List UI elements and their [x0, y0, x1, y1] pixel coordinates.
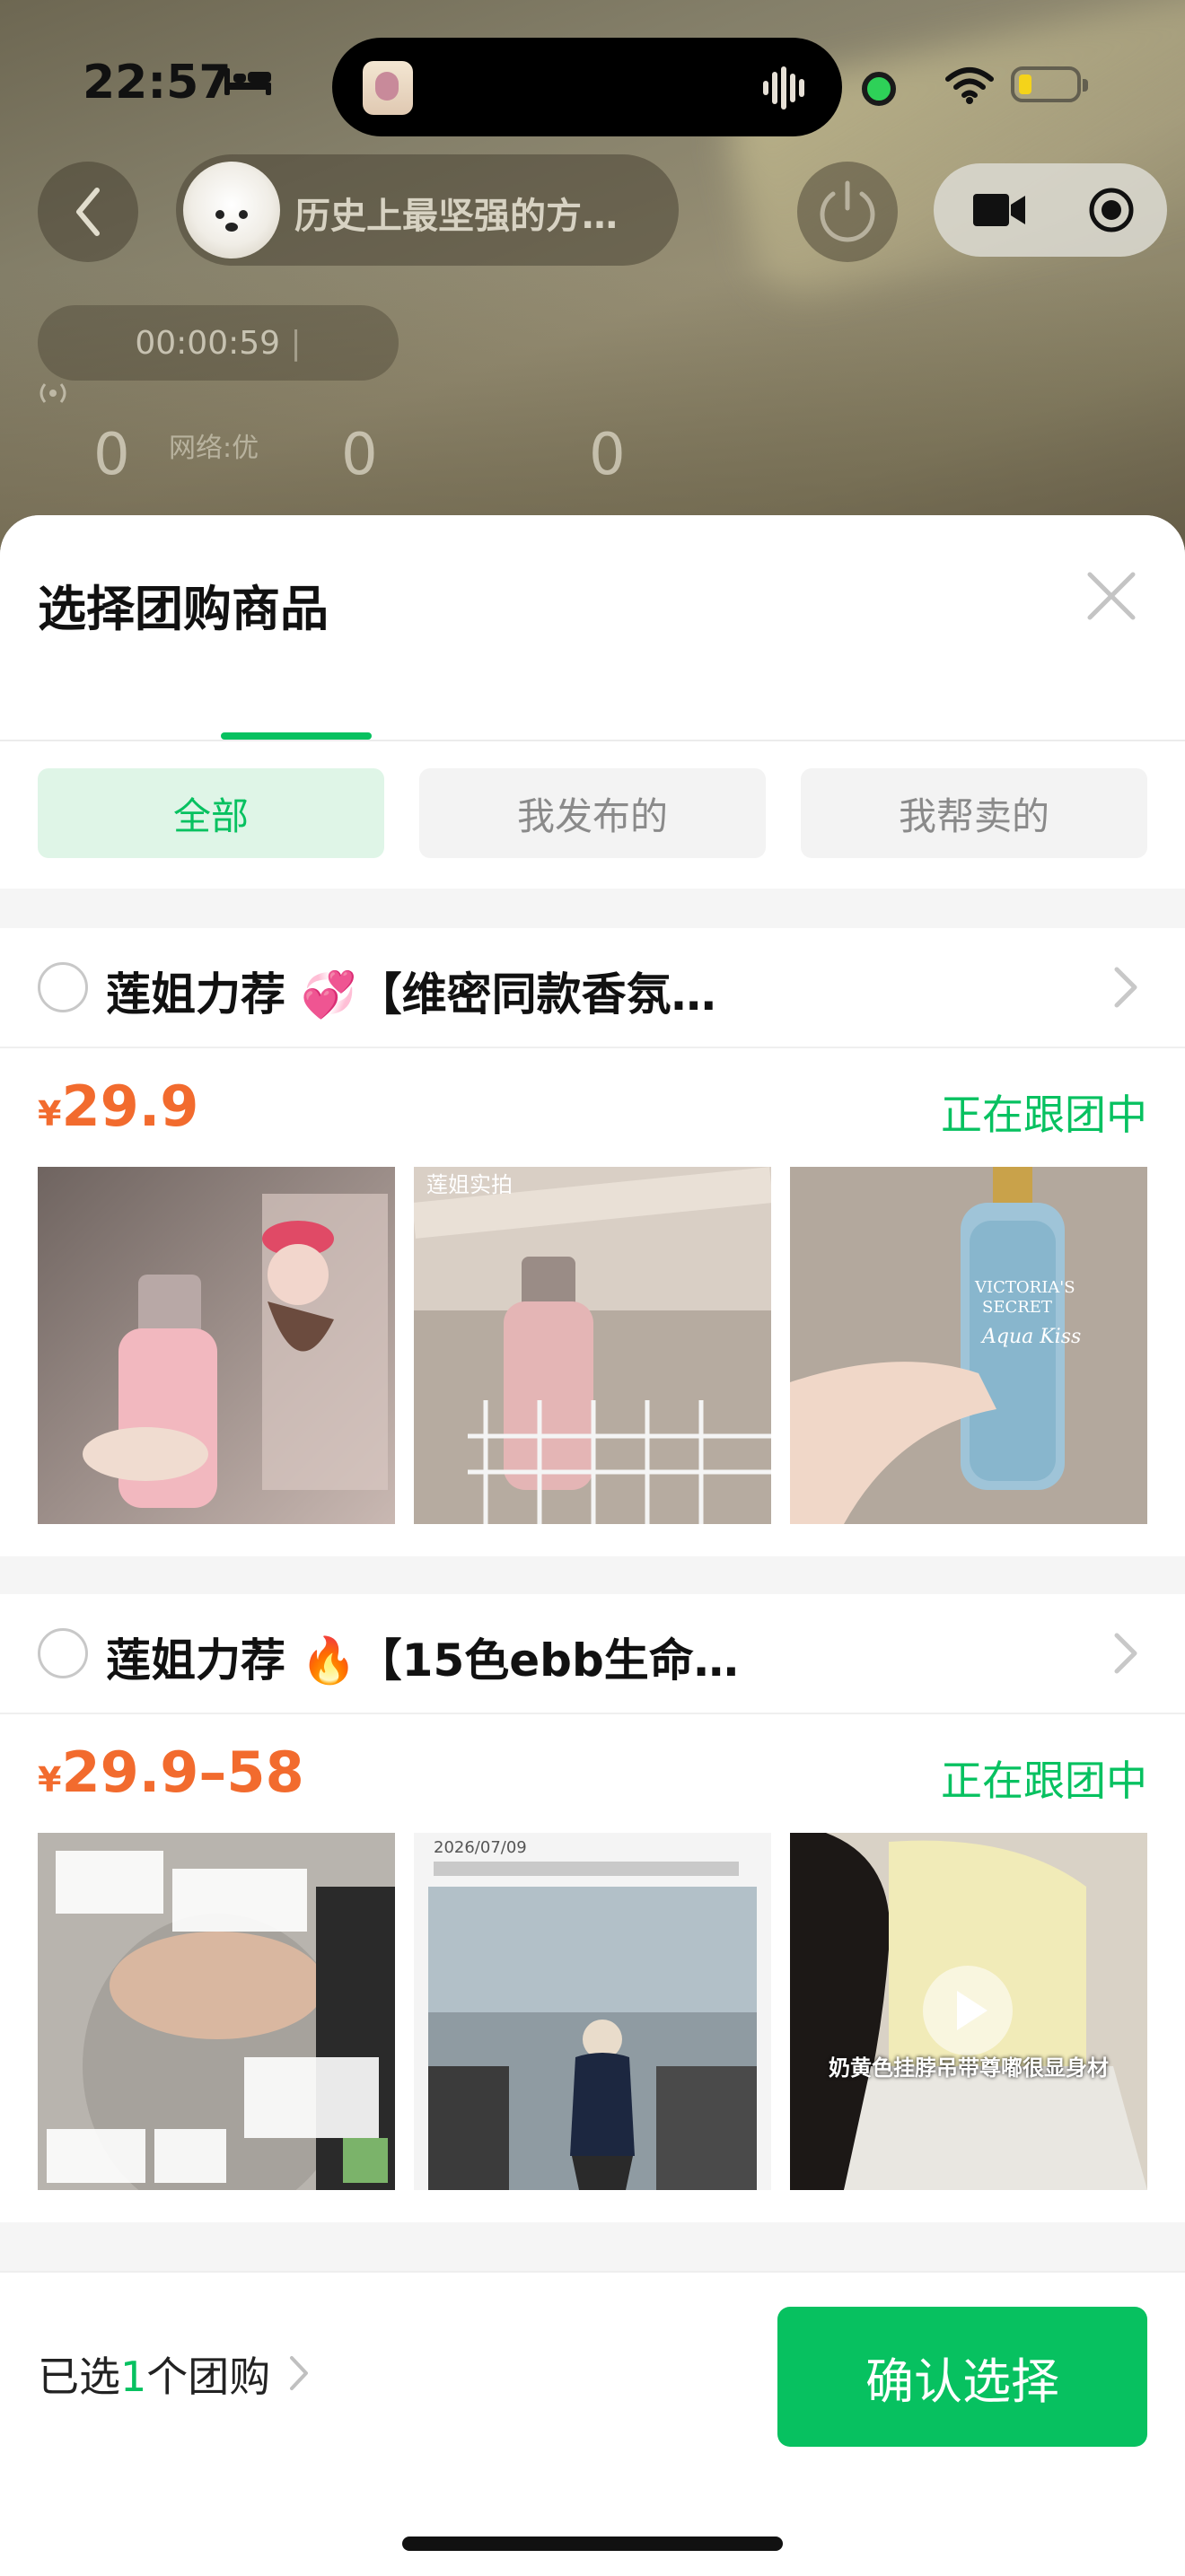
audio-wave-icon	[763, 66, 804, 110]
selected-summary[interactable]: 已选1个团购	[38, 2344, 270, 2404]
broadcast-icon	[40, 383, 66, 403]
end-live-button[interactable]	[797, 162, 898, 262]
group-status: 正在跟团中	[941, 1091, 1147, 1139]
battery-icon	[1011, 66, 1088, 102]
wifi-icon	[945, 67, 994, 104]
sheet-header: 选择团购商品	[0, 515, 1185, 689]
confirm-selection-button[interactable]: 确认选择	[777, 2307, 1147, 2447]
chevron-right-icon[interactable]	[1110, 1630, 1142, 1677]
filter-published-by-me[interactable]: 我发布的	[419, 768, 766, 858]
video-camera-icon[interactable]	[973, 190, 1027, 230]
stat-value: 0	[589, 422, 626, 488]
sheet-title: 选择团购商品	[38, 581, 329, 637]
live-timer: 00:00:59 |	[38, 305, 399, 381]
power-icon	[820, 180, 875, 242]
active-tab-indicator	[221, 732, 372, 740]
product-card-header[interactable]: 莲姐力荐 🔥【15色ebb生命…	[0, 1594, 1185, 1714]
video-caption: 奶黄色挂脖吊带尊嘟很显身材	[829, 2055, 1109, 2081]
product-title: 莲姐力荐 💞【维密同款香氛…	[106, 968, 716, 1021]
product-image[interactable]: VICTORIA'S SECRET Aqua Kiss	[790, 1167, 1147, 1524]
network-quality: 网络:优	[169, 433, 259, 464]
svg-text:Aqua Kiss: Aqua Kiss	[980, 1326, 1081, 1348]
avatar	[183, 162, 280, 258]
svg-text:SECRET: SECRET	[982, 1298, 1052, 1317]
selection-footer: 已选1个团购 确认选择	[0, 2271, 1185, 2576]
group-status: 正在跟团中	[941, 1757, 1147, 1805]
record-icon[interactable]	[1088, 187, 1135, 233]
product-image[interactable]	[38, 1833, 395, 2190]
svg-text:2026/07/09: 2026/07/09	[434, 1838, 527, 1857]
product-price: ¥29.9–58	[38, 1739, 304, 1805]
dynamic-island[interactable]	[332, 38, 842, 136]
room-title: 历史上最坚强的方…	[294, 196, 618, 237]
app-thumbnail-icon	[363, 61, 413, 115]
group-buy-picker-sheet: 选择团购商品 全部 我发布的 我帮卖的 莲姐力荐 💞【维密同款香氛… ¥29.9…	[0, 515, 1185, 2574]
filter-chips: 全部 我发布的 我帮卖的	[0, 741, 1185, 889]
back-button[interactable]	[38, 162, 138, 262]
product-card[interactable]: 莲姐力荐 💞【维密同款香氛… ¥29.9 正在跟团中 莲姐实拍 VICTORIA…	[0, 928, 1185, 1556]
tab-bar	[0, 688, 1185, 741]
product-card[interactable]: 莲姐力荐 🔥【15色ebb生命… ¥29.9–58 正在跟团中 2026/07/…	[0, 1594, 1185, 2222]
select-radio[interactable]	[38, 1628, 88, 1678]
live-room-info[interactable]: 历史上最坚强的方…	[176, 154, 679, 266]
product-price: ¥29.9	[38, 1073, 199, 1139]
product-image[interactable]: 2026/07/09	[414, 1833, 771, 2190]
product-image[interactable]: 莲姐实拍	[414, 1167, 771, 1524]
play-icon[interactable]	[923, 1966, 1013, 2055]
stat-value: 0	[93, 422, 130, 488]
product-images: 2026/07/09 奶黄色挂脖吊带尊嘟很显身材	[38, 1833, 1147, 2190]
select-radio[interactable]	[38, 962, 88, 1012]
close-icon[interactable]	[1077, 562, 1146, 630]
home-indicator[interactable]	[402, 2537, 783, 2551]
product-video[interactable]: 奶黄色挂脖吊带尊嘟很显身材	[790, 1833, 1147, 2190]
sleep-focus-icon	[224, 68, 271, 95]
status-time: 22:57	[83, 56, 232, 110]
product-title: 莲姐力荐 🔥【15色ebb生命…	[106, 1634, 739, 1687]
product-card-header[interactable]: 莲姐力荐 💞【维密同款香氛…	[0, 928, 1185, 1048]
camera-in-use-indicator	[862, 72, 896, 106]
camera-controls	[934, 163, 1167, 257]
chevron-right-icon[interactable]	[1110, 964, 1142, 1011]
filter-helping-sell[interactable]: 我帮卖的	[801, 768, 1147, 858]
chevron-left-icon	[76, 188, 100, 236]
chevron-right-icon[interactable]	[287, 2353, 311, 2393]
product-image[interactable]	[38, 1167, 395, 1524]
svg-text:莲姐实拍: 莲姐实拍	[426, 1172, 513, 1197]
stat-value: 0	[341, 422, 378, 488]
product-images: 莲姐实拍 VICTORIA'S SECRET Aqua Kiss	[38, 1167, 1147, 1524]
filter-all[interactable]: 全部	[38, 768, 384, 858]
svg-text:VICTORIA'S: VICTORIA'S	[974, 1278, 1075, 1297]
